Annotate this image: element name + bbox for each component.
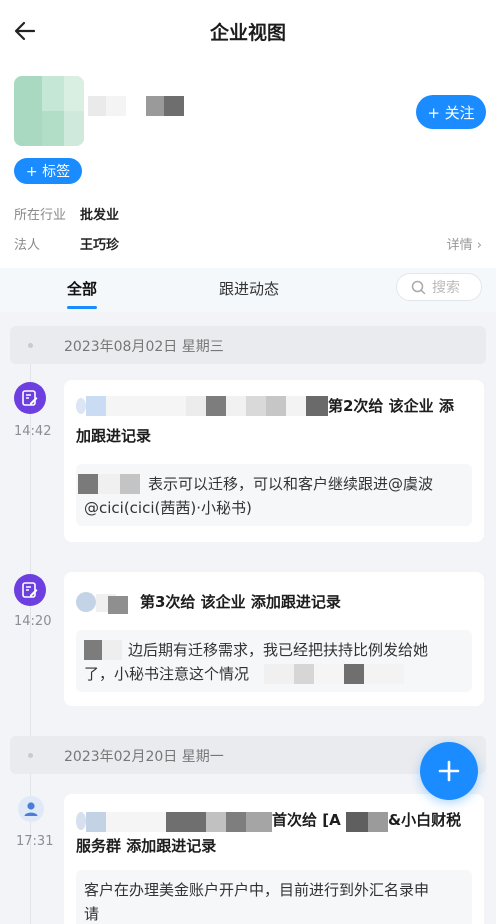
followup-content: 客户在办理美金账户开户中，目前进行到外汇名录申 请 (76, 870, 472, 924)
timeline-dot (25, 750, 36, 761)
industry-label: 所在行业 (14, 208, 67, 223)
search-placeholder: 搜索 (432, 280, 460, 296)
followup-content: 表示可以迁移，可以和客户继续跟进@虞波 @cici(cici(茜茜)·小秘书) (76, 464, 472, 526)
followup-card[interactable]: 第2次给 该企业 添 加跟进记录 表示可以迁移，可以和客户继续跟进@虞波 @ci… (64, 380, 484, 542)
event-time: 14:20 (14, 614, 52, 629)
legal-person-label: 法人 (14, 238, 41, 253)
tab-bar: 全部 跟进动态 搜索 (0, 268, 496, 312)
followup-content-line1: 边后期有迁移需求，我已经把扶持比例发给她 (128, 641, 429, 659)
followup-content: 边后期有迁移需求，我已经把扶持比例发给她 了，小秘书注意这个情况 (76, 630, 472, 692)
followup-content-line2: 请 (84, 905, 100, 923)
page-title: 企业视图 (209, 22, 286, 44)
event-time: 14:42 (14, 424, 52, 439)
followup-title-end: &小白财税 (388, 811, 462, 829)
search-input[interactable]: 搜索 (396, 273, 482, 301)
company-header: + 关注 + 标签 所在行业 批发业 法人 王巧珍 详情 › (0, 62, 496, 268)
active-tab-indicator (67, 306, 97, 309)
company-logo (14, 76, 84, 146)
followup-content-line2: @cici(cici(茜茜)·小秘书) (84, 499, 252, 517)
followup-title-cont: 加跟进记录 (76, 427, 152, 445)
top-bar: 企业视图 (0, 0, 496, 62)
followup-card[interactable]: 第3次给 该企业 添加跟进记录 边后期有迁移需求，我已经把扶持比例发给她 了，小… (64, 572, 484, 706)
edit-note-icon (14, 382, 46, 414)
event-time: 17:31 (16, 834, 54, 849)
date-text: 2023年08月02日 星期三 (64, 339, 224, 355)
follow-button[interactable]: + 关注 (416, 95, 486, 129)
company-name-redacted (88, 96, 188, 116)
followup-content-line2: 了，小秘书注意这个情况 (84, 665, 250, 683)
search-icon (411, 280, 426, 294)
details-link[interactable]: 详情 › (447, 234, 482, 253)
followup-content-line1: 表示可以迁移，可以和客户继续跟进@虞波 (148, 475, 434, 493)
followup-content-line1: 客户在办理美金账户开户中，目前进行到外汇名录申 (84, 881, 430, 899)
plus-icon (438, 760, 460, 782)
timeline-dot (25, 340, 36, 351)
legal-person-value: 王巧珍 (80, 238, 120, 253)
date-header: 2023年08月02日 星期三 (0, 326, 496, 370)
followup-title: 第3次给 该企业 添加跟进记录 (140, 593, 341, 611)
date-text: 2023年02月20日 星期一 (64, 749, 224, 765)
tab-followup[interactable]: 跟进动态 (219, 278, 279, 299)
followup-title-cont: 服务群 添加跟进记录 (76, 837, 217, 855)
industry-value: 批发业 (80, 208, 120, 223)
user-avatar-icon (18, 796, 44, 822)
edit-note-icon (14, 574, 46, 606)
tab-all[interactable]: 全部 (67, 278, 97, 299)
activity-feed[interactable]: 2023年08月02日 星期三 14:42 第2次给 该企业 添 加跟进记录 表… (0, 312, 496, 924)
followup-title: 第2次给 该企业 添 (328, 397, 454, 415)
add-tag-button[interactable]: + 标签 (14, 158, 82, 184)
add-record-button[interactable] (420, 742, 478, 800)
followup-card[interactable]: 首次给 [A &小白财税 服务群 添加跟进记录 客户在办理美金账户开户中，目前进… (64, 794, 484, 924)
